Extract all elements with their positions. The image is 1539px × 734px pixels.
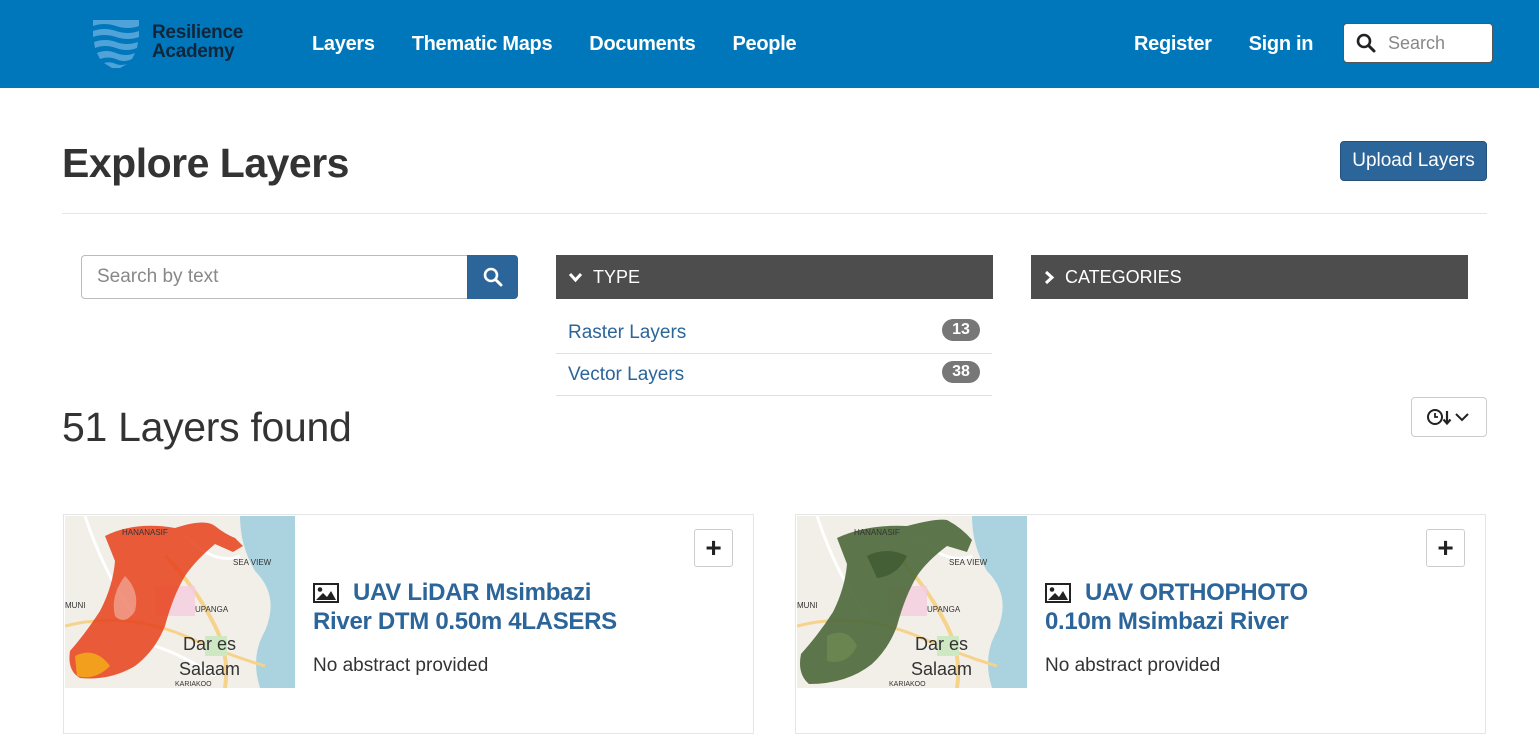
nav-documents[interactable]: Documents	[589, 33, 696, 56]
map-label: SEA VIEW	[233, 558, 272, 567]
chevron-down-icon	[568, 272, 583, 283]
layer-card: HANANASIF SEA VIEW MUNI UPANGA Dar es Sa…	[795, 514, 1486, 734]
map-label: KARIAKOO	[175, 681, 212, 688]
nav-people[interactable]: People	[733, 33, 797, 56]
register-link[interactable]: Register	[1134, 33, 1212, 56]
count-badge: 38	[942, 360, 980, 383]
divider	[62, 213, 1487, 214]
map-label: Dar es	[915, 634, 968, 654]
global-search-input[interactable]: Search	[1343, 23, 1493, 63]
map-thumbnail-image: HANANASIF SEA VIEW MUNI UPANGA Dar es Sa…	[797, 516, 1027, 688]
map-label: Salaam	[179, 659, 240, 679]
map-label: MUNI	[797, 601, 817, 610]
text-search: Search by text	[81, 255, 518, 299]
top-navbar: Resilience Academy Layers Thematic Maps …	[0, 0, 1539, 88]
image-icon	[313, 583, 339, 603]
signin-link[interactable]: Sign in	[1249, 33, 1314, 56]
text-search-placeholder: Search by text	[97, 266, 219, 287]
map-label: KARIAKOO	[889, 681, 926, 688]
plus-icon: +	[705, 532, 722, 563]
facet-item-label: Raster Layers	[568, 322, 687, 343]
facet-item-label: Vector Layers	[568, 363, 685, 385]
add-to-map-button[interactable]: +	[694, 529, 733, 567]
map-label: SEA VIEW	[949, 558, 988, 567]
facet-type-label: TYPE	[593, 266, 641, 287]
page-title: Explore Layers	[62, 140, 350, 186]
facet-item-vector[interactable]: Vector Layers 38	[556, 354, 992, 396]
nav-thematic-maps[interactable]: Thematic Maps	[412, 33, 553, 56]
add-to-map-button[interactable]: +	[1426, 529, 1465, 567]
facet-item-raster[interactable]: Raster Layers 13	[556, 313, 992, 354]
sort-dropdown[interactable]	[1411, 397, 1487, 437]
search-icon	[1356, 33, 1376, 53]
clock-sort-icon	[1427, 409, 1469, 426]
plus-icon: +	[1437, 532, 1454, 563]
layer-title-link[interactable]: UAV ORTHOPHOTO 0.10m Msimbazi River	[1045, 578, 1375, 636]
upload-layers-button[interactable]: Upload Layers	[1340, 141, 1487, 181]
search-icon	[483, 267, 502, 287]
brand-logo[interactable]: Resilience Academy	[90, 14, 260, 70]
nav-layers[interactable]: Layers	[312, 33, 375, 56]
map-label: MUNI	[65, 601, 85, 610]
brand-line-2: Academy	[152, 41, 235, 62]
global-search-placeholder: Search	[1388, 32, 1446, 53]
map-label: UPANGA	[927, 605, 961, 614]
map-label: HANANASIF	[854, 528, 900, 537]
facet-type-header[interactable]: TYPE	[556, 255, 993, 299]
wave-shield-icon	[93, 20, 139, 68]
layer-thumbnail[interactable]: HANANASIF SEA VIEW MUNI UPANGA Dar es Sa…	[797, 516, 1027, 688]
brand-line-1: Resilience	[152, 22, 243, 43]
image-icon	[1045, 583, 1071, 603]
brand-name: Resilience Academy	[152, 23, 243, 61]
main-nav: Layers Thematic Maps Documents People	[312, 0, 833, 88]
chevron-right-icon	[1044, 270, 1055, 284]
results-count: 51 Layers found	[62, 404, 352, 450]
layer-thumbnail[interactable]: HANANASIF SEA VIEW MUNI UPANGA Dar es Sa…	[65, 516, 295, 688]
facet-categories-header[interactable]: CATEGORIES	[1031, 255, 1468, 299]
map-label: Salaam	[911, 659, 972, 679]
text-search-button[interactable]	[467, 255, 518, 299]
map-label: HANANASIF	[122, 528, 168, 537]
map-label: Dar es	[183, 634, 236, 654]
account-nav: Register Sign in	[1134, 0, 1350, 88]
text-search-input[interactable]: Search by text	[81, 255, 467, 299]
map-thumbnail-image: HANANASIF SEA VIEW MUNI UPANGA Dar es Sa…	[65, 516, 295, 688]
map-label: UPANGA	[195, 605, 229, 614]
layer-card: HANANASIF SEA VIEW MUNI UPANGA Dar es Sa…	[63, 514, 754, 734]
layer-title: UAV LiDAR Msimbazi River DTM 0.50m 4LASE…	[313, 579, 617, 635]
layer-abstract: No abstract provided	[313, 655, 489, 676]
layer-title-link[interactable]: UAV LiDAR Msimbazi River DTM 0.50m 4LASE…	[313, 578, 643, 636]
count-badge: 13	[942, 319, 980, 341]
facet-categories-label: CATEGORIES	[1065, 266, 1182, 287]
layer-abstract: No abstract provided	[1045, 655, 1221, 676]
type-facet-list: Raster Layers 13 Vector Layers 38	[556, 313, 992, 396]
layer-title: UAV ORTHOPHOTO 0.10m Msimbazi River	[1045, 579, 1308, 635]
